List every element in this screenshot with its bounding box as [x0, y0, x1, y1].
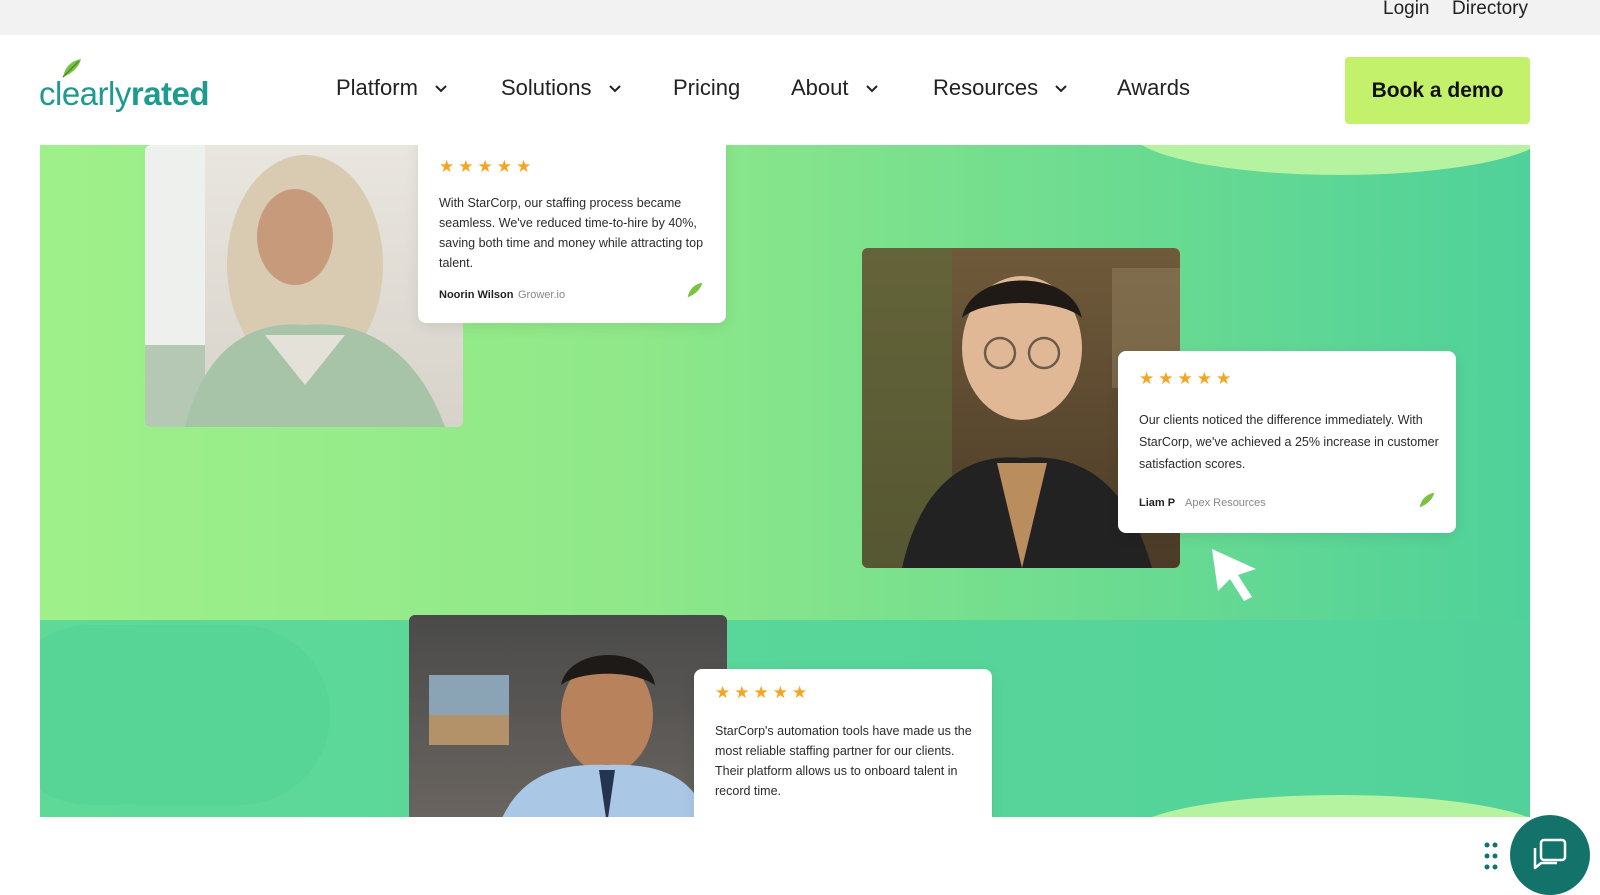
nav-resources-label: Resources — [933, 75, 1039, 100]
portrait-illustration — [145, 145, 445, 427]
nav-about[interactable]: About — [791, 75, 881, 101]
nav-platform-label: Platform — [336, 75, 418, 100]
hero-testimonials: ★★★★★ With StarCorp, our staffing proces… — [40, 145, 1530, 817]
nav-resources[interactable]: Resources — [933, 75, 1070, 101]
decorative-arc — [1130, 145, 1530, 175]
main-nav: clearlyrated Platform Solutions Pricing … — [0, 35, 1600, 145]
review-quote: Our clients noticed the difference immed… — [1139, 413, 1439, 471]
review-card-2: ★★★★★ Our clients noticed the difference… — [1118, 351, 1456, 533]
nav-solutions[interactable]: Solutions — [501, 75, 624, 101]
nav-awards[interactable]: Awards — [1117, 75, 1190, 101]
pointer-cursor-icon — [1212, 549, 1256, 601]
book-demo-button[interactable]: Book a demo — [1345, 57, 1530, 124]
chat-launcher-button[interactable] — [1510, 815, 1590, 895]
reviewer-photo-woman — [145, 145, 463, 427]
review-card-3: ★★★★★ StarCorp's automation tools have m… — [694, 669, 992, 817]
star-rating: ★★★★★ — [1139, 369, 1236, 388]
clearlyrated-logo[interactable]: clearlyrated — [39, 59, 210, 113]
nav-pricing-label: Pricing — [673, 75, 741, 100]
review-quote: With StarCorp, our staffing process beca… — [439, 196, 704, 270]
utility-bar: Login Directory — [0, 0, 1600, 35]
logo-text-bold: rated — [130, 75, 210, 112]
chevron-down-icon — [608, 85, 621, 93]
reviewer-photo-man-tie — [409, 615, 727, 817]
logo-text-light: clearly — [39, 75, 131, 112]
review-author: Liam P — [1139, 497, 1176, 509]
review-company: Grower.io — [518, 289, 566, 301]
drag-handle-icon[interactable] — [1484, 842, 1498, 870]
star-rating: ★★★★★ — [715, 683, 812, 702]
login-link[interactable]: Login — [1383, 0, 1430, 20]
review-card-1: ★★★★★ With StarCorp, our staffing proces… — [418, 145, 726, 323]
leaf-icon — [62, 59, 81, 78]
nav-solutions-label: Solutions — [501, 75, 592, 100]
portrait-illustration — [429, 655, 707, 817]
leaf-icon — [1419, 492, 1435, 508]
nav-awards-label: Awards — [1117, 75, 1190, 100]
nav-about-label: About — [791, 75, 849, 100]
chat-icon — [1533, 838, 1567, 870]
nav-pricing[interactable]: Pricing — [673, 75, 740, 101]
chevron-down-icon — [1055, 85, 1067, 93]
directory-link[interactable]: Directory — [1452, 0, 1528, 20]
review-author: Noorin Wilson — [439, 289, 514, 301]
review-company: Apex Resources — [1185, 497, 1266, 509]
nav-platform[interactable]: Platform — [336, 75, 450, 101]
chevron-down-icon — [435, 85, 447, 93]
leaf-icon — [687, 282, 703, 298]
decorative-pill — [40, 625, 330, 805]
star-rating: ★★★★★ — [439, 157, 536, 176]
chevron-down-icon — [865, 85, 878, 93]
review-quote: StarCorp's automation tools have made us… — [715, 724, 972, 798]
